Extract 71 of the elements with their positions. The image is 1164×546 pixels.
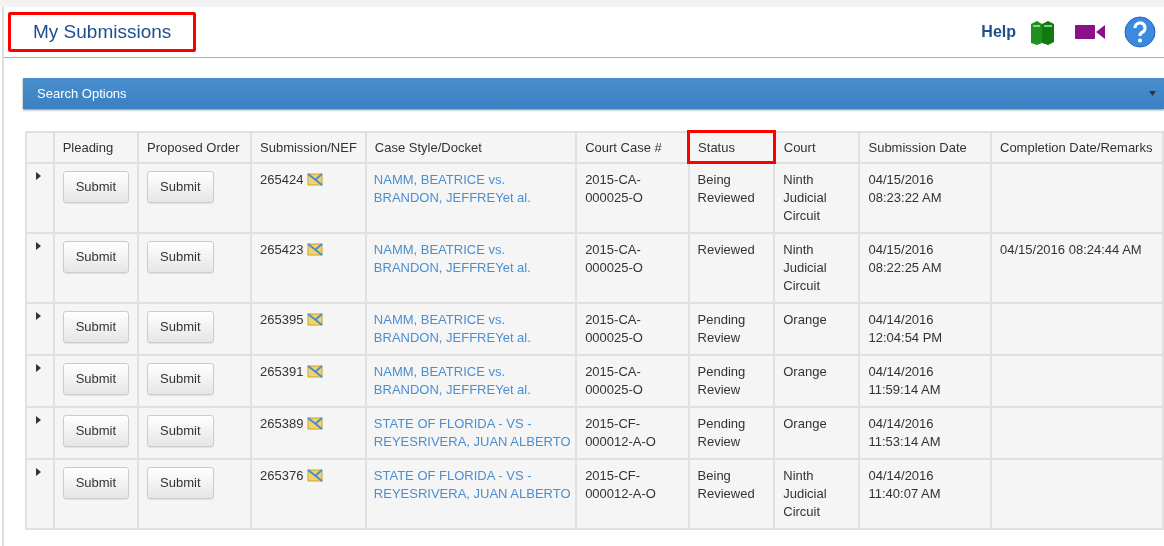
court-name: Ninth Judicial Circuit <box>783 466 828 521</box>
submit-button[interactable]: Submit <box>147 170 214 203</box>
court-name: Orange <box>783 362 827 381</box>
submission-date: 04/14/2016 11:40:07 AM <box>868 466 942 503</box>
submit-button[interactable]: Submit <box>147 414 214 447</box>
search-options-bar[interactable]: Search Options <box>23 78 1164 109</box>
court-name: Ninth Judicial Circuit <box>783 240 828 295</box>
envelope-icon[interactable] <box>307 313 324 326</box>
submit-button[interactable]: Submit <box>147 240 214 273</box>
submission-date: 04/15/2016 08:23:22 AM <box>868 170 943 207</box>
submission-date: 04/14/2016 11:59:14 AM <box>868 362 942 399</box>
expand-arrow-icon[interactable] <box>36 241 41 250</box>
expand-arrow-icon[interactable] <box>36 311 41 320</box>
submission-number: 265389 <box>260 414 304 433</box>
envelope-icon[interactable] <box>307 243 324 256</box>
column-header: Proposed Order <box>138 131 251 163</box>
help-link[interactable]: Help <box>981 23 1016 41</box>
submit-button[interactable]: Submit <box>147 362 214 395</box>
completion-date: 04/15/2016 08:24:44 AM <box>1000 240 1142 259</box>
expand-arrow-icon[interactable] <box>36 363 41 372</box>
status-text: Being Reviewed <box>697 171 756 207</box>
submission-number: 265423 <box>260 240 304 259</box>
submit-button[interactable]: Submit <box>147 466 214 499</box>
column-header: Case Style/Docket <box>365 131 577 163</box>
court-case-number: 2015-CA-000025-O <box>585 362 644 399</box>
submit-button[interactable]: Submit <box>62 170 130 203</box>
column-header: Completion Date/Remarks <box>991 131 1163 163</box>
submission-number: 265376 <box>260 466 304 485</box>
status-text: Reviewed <box>697 240 755 259</box>
envelope-icon[interactable] <box>307 173 324 186</box>
expand-arrow-icon[interactable] <box>36 171 41 180</box>
column-header: Court Case # <box>576 131 689 163</box>
video-camera-icon[interactable] <box>1074 22 1106 42</box>
submission-number: 265424 <box>260 170 304 189</box>
page-title: My Submissions <box>8 12 197 52</box>
envelope-icon[interactable] <box>307 469 324 482</box>
submission-number: 265391 <box>260 362 304 381</box>
column-header: Court <box>774 131 860 163</box>
court-name: Ninth Judicial Circuit <box>783 170 828 225</box>
submit-button[interactable]: Submit <box>62 466 130 499</box>
envelope-icon[interactable] <box>307 417 324 430</box>
column-header: Submission Date <box>859 131 991 163</box>
status-text: Being Reviewed <box>697 466 756 503</box>
help-icon[interactable] <box>1124 16 1156 48</box>
column-header: Submission/NEF <box>251 131 366 163</box>
submission-number: 265395 <box>260 310 304 329</box>
court-name: Orange <box>783 414 827 433</box>
envelope-icon[interactable] <box>307 365 324 378</box>
submit-button[interactable]: Submit <box>147 310 214 343</box>
court-case-number: 2015-CA-000025-O <box>585 170 644 207</box>
court-case-number: 2015-CA-000025-O <box>585 240 644 277</box>
column-header: Pleading <box>53 131 139 163</box>
court-name: Orange <box>783 310 827 329</box>
books-icon[interactable] <box>1028 18 1056 46</box>
submission-date: 04/14/2016 11:53:14 AM <box>868 414 942 451</box>
status-text: Pending Review <box>697 362 747 399</box>
court-case-number: 2015-CF-000012-A-O <box>585 466 657 503</box>
submit-button[interactable]: Submit <box>62 310 130 343</box>
caret-icon <box>1149 91 1156 96</box>
expand-arrow-icon[interactable] <box>36 467 41 476</box>
column-header: Status <box>688 131 775 163</box>
court-case-number: 2015-CF-000012-A-O <box>585 414 657 451</box>
court-case-number: 2015-CA-000025-O <box>585 310 644 347</box>
status-text: Pending Review <box>697 414 747 451</box>
submission-date: 04/15/2016 08:22:25 AM <box>868 240 943 277</box>
submission-date: 04/14/2016 12:04:54 PM <box>868 310 944 347</box>
submit-button[interactable]: Submit <box>62 362 130 395</box>
status-text: Pending Review <box>697 310 747 347</box>
submit-button[interactable]: Submit <box>62 414 130 447</box>
expand-arrow-icon[interactable] <box>36 415 41 424</box>
submit-button[interactable]: Submit <box>62 240 130 273</box>
